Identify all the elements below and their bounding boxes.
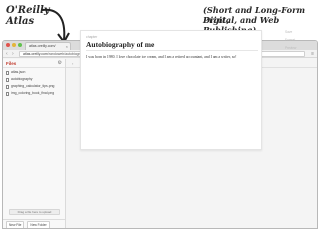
document-title[interactable]: Autobiography of me: [86, 40, 154, 49]
file-name: atlas.json: [11, 70, 26, 74]
browser-tab[interactable]: atlas.oreilly.com/ ×: [25, 42, 71, 50]
files-header: Files ⚙: [3, 59, 65, 68]
panel-item[interactable]: Preview: [283, 44, 316, 52]
file-name: graphing_calculator_tips.png: [11, 84, 55, 88]
new-folder-button[interactable]: New Folder: [27, 221, 50, 228]
panel-item[interactable]: Save: [283, 28, 316, 36]
minimize-window-icon[interactable]: [12, 43, 16, 47]
right-panel: Save Format Preview: [283, 28, 316, 88]
file-name: autobiography: [11, 77, 33, 81]
files-sidebar: Files ⚙ atlas.json autobiography graphin…: [3, 59, 66, 228]
file-name: img_coloring_book_final.png: [11, 91, 55, 95]
title-divider: [86, 50, 258, 51]
file-item[interactable]: img_coloring_book_final.png: [3, 90, 65, 97]
files-title: Files: [6, 61, 17, 66]
new-file-button[interactable]: New File: [6, 221, 25, 228]
close-tab-icon[interactable]: ×: [66, 43, 68, 50]
maximize-window-icon[interactable]: [18, 43, 22, 47]
document-paragraph[interactable]: I was born in 1980. I love chocolate ice…: [86, 55, 260, 59]
bold-icon[interactable]: ▪: [72, 60, 73, 67]
brand-name-line2: Atlas: [6, 16, 35, 27]
sidebar-actions: New File New Folder: [3, 219, 65, 228]
file-icon: [6, 70, 9, 75]
forward-icon[interactable]: ›: [12, 51, 14, 57]
document-label: chapter: [86, 35, 98, 39]
back-icon[interactable]: ‹: [6, 51, 8, 57]
panel-item[interactable]: Format: [283, 36, 316, 44]
url-host: atlas.oreilly.com: [23, 52, 48, 56]
close-window-icon[interactable]: [6, 43, 10, 47]
upload-dropzone[interactable]: Drag a file here to upload: [9, 209, 60, 215]
file-icon: [6, 77, 9, 82]
file-item[interactable]: graphing_calculator_tips.png: [3, 83, 65, 90]
file-icon: [6, 91, 9, 96]
window-controls: [6, 43, 22, 47]
tab-title: atlas.oreilly.com/: [29, 44, 56, 48]
file-list: atlas.json autobiography graphing_calcul…: [3, 69, 65, 97]
file-item[interactable]: autobiography: [3, 76, 65, 83]
file-icon: [6, 84, 9, 89]
document-page[interactable]: chapter Autobiography of me I was born i…: [80, 30, 262, 150]
file-item[interactable]: atlas.json: [3, 69, 65, 76]
gear-icon[interactable]: ⚙: [58, 60, 62, 66]
